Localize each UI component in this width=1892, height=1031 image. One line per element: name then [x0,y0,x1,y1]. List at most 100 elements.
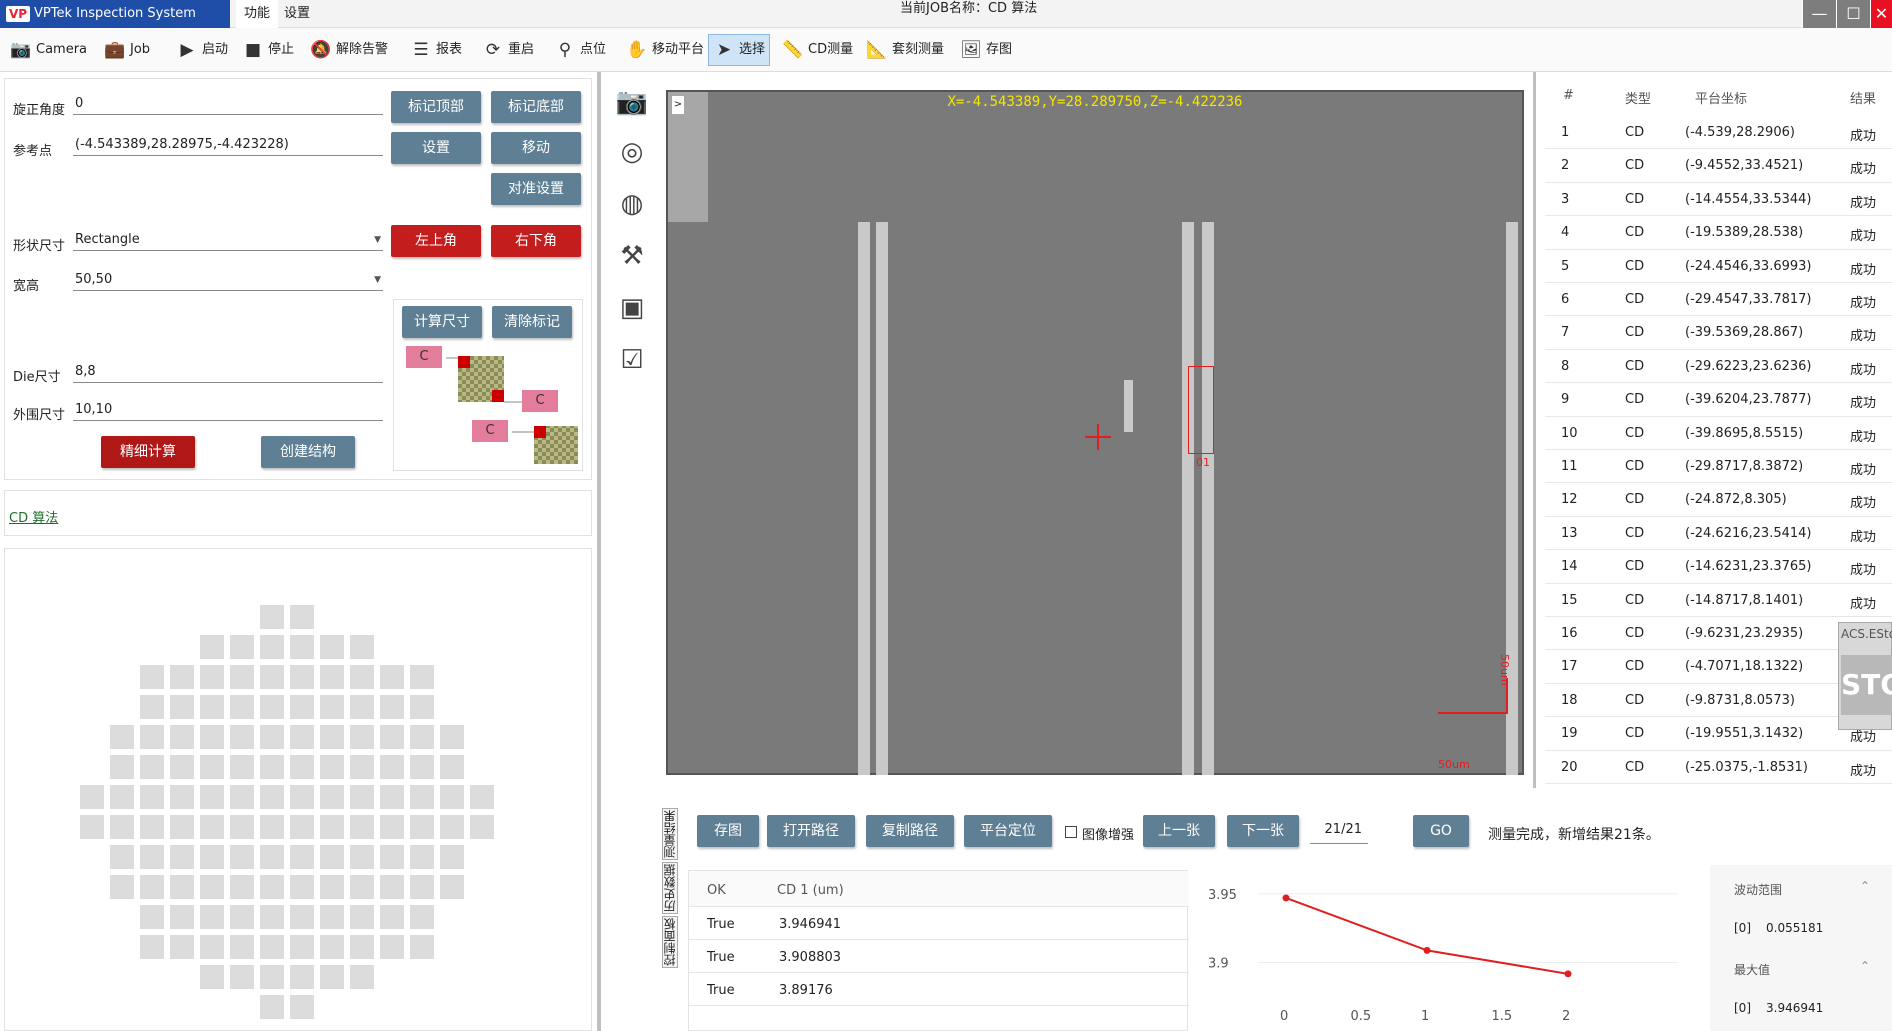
toolbar-button[interactable]: ☰ 报表 [406,34,466,66]
wafer-die[interactable] [110,785,134,809]
estop-sign[interactable]: STO [1841,655,1892,715]
wafer-die[interactable] [230,785,254,809]
clear-mark-button[interactable]: 清除标记 [492,306,572,338]
wafer-die[interactable] [290,725,314,749]
wafer-die[interactable] [440,785,464,809]
wafer-die[interactable] [320,875,344,899]
save-image-button[interactable]: 存图 [697,815,759,847]
wafer-die[interactable] [290,755,314,779]
wafer-die[interactable] [200,875,224,899]
wafer-die[interactable] [140,755,164,779]
mark-top-button[interactable]: 标记顶部 [391,91,481,123]
tab-control-panel[interactable]: 控制面板 [662,916,678,968]
toolbar-button[interactable]: 🔕 解除告警 [306,34,392,66]
table-row[interactable]: 4 CD (-19.5389,28.538) 成功 [1545,216,1892,250]
enhance-checkbox[interactable] [1065,826,1077,838]
table-row[interactable]: 7 CD (-39.5369,28.867) 成功 [1545,316,1892,350]
wafer-die[interactable] [290,845,314,869]
wafer-die[interactable] [290,935,314,959]
wafer-die[interactable] [260,665,284,689]
wafer-die[interactable] [290,605,314,629]
chevron-up-icon[interactable]: ⌃ [1860,959,1870,973]
table-row[interactable]: 14 CD (-14.6231,23.3765) 成功 [1545,550,1892,584]
wafer-die[interactable] [410,785,434,809]
wafer-die[interactable] [410,845,434,869]
ref-point-input[interactable]: (-4.543389,28.28975,-4.423228) [73,134,383,156]
wafer-die[interactable] [320,725,344,749]
wafer-die[interactable] [260,965,284,989]
wafer-die[interactable] [230,725,254,749]
top-left-button[interactable]: 左上角 [391,225,481,257]
wafer-die[interactable] [380,665,404,689]
wafer-die[interactable] [170,785,194,809]
wafer-die[interactable] [410,725,434,749]
wafer-die[interactable] [320,815,344,839]
wafer-die[interactable] [200,845,224,869]
align-settings-button[interactable]: 对准设置 [491,173,581,205]
wafer-die[interactable] [260,605,284,629]
menu-function[interactable]: 功能 [236,0,279,28]
table-row[interactable]: 5 CD (-24.4546,33.6993) 成功 [1545,250,1892,283]
wafer-die[interactable] [110,845,134,869]
table-row[interactable]: True 3.89176 [689,973,1189,1006]
toolbar-button[interactable]: ⟳ 重启 [478,34,538,66]
wafer-die[interactable] [320,965,344,989]
table-row[interactable]: 8 CD (-29.6223,23.6236) 成功 [1545,350,1892,384]
table-row[interactable]: True 3.946941 [689,907,1189,940]
wafer-die[interactable] [350,815,374,839]
grid-sphere-icon[interactable]: ◍ [610,182,654,226]
wafer-die[interactable] [410,905,434,929]
wafer-die[interactable] [410,695,434,719]
wafer-die[interactable] [290,995,314,1019]
wafer-die[interactable] [200,695,224,719]
next-image-button[interactable]: 下一张 [1227,815,1299,847]
tab-measure-results[interactable]: 测量结果 [662,808,678,860]
rotation-input[interactable]: 0 [73,93,383,115]
wafer-die[interactable] [470,815,494,839]
wafer-die[interactable] [350,635,374,659]
wafer-die[interactable] [380,785,404,809]
wafer-die[interactable] [230,875,254,899]
wafer-die[interactable] [110,725,134,749]
wafer-die[interactable] [140,845,164,869]
image-viewer[interactable]: > X=-4.543389,Y=28.289750,Z=-4.422236 01… [666,90,1524,775]
wafer-die[interactable] [170,875,194,899]
wafer-die[interactable] [170,665,194,689]
toolbar-button[interactable]: ■ 停止 [238,34,298,66]
panel-splitter[interactable] [1533,72,1536,788]
calc-size-button[interactable]: 计算尺寸 [402,306,482,338]
wafer-die[interactable] [320,695,344,719]
page-input[interactable]: 21/21 [1310,822,1368,844]
table-row[interactable]: 9 CD (-39.6204,23.7877) 成功 [1545,383,1892,417]
wafer-die[interactable] [230,815,254,839]
wafer-die[interactable] [200,755,224,779]
wafer-die[interactable] [110,755,134,779]
wafer-die[interactable] [350,665,374,689]
wafer-die[interactable] [350,875,374,899]
table-row[interactable]: 2 CD (-9.4552,33.4521) 成功 [1545,149,1892,183]
wafer-die[interactable] [440,725,464,749]
wafer-die[interactable] [170,905,194,929]
table-row[interactable]: 3 CD (-14.4554,33.5344) 成功 [1545,183,1892,217]
c-marker-2[interactable]: C [522,390,558,412]
shape-select[interactable]: Rectangle ▼ [73,229,383,251]
wafer-die[interactable] [140,935,164,959]
wafer-die[interactable] [170,725,194,749]
wafer-die[interactable] [290,875,314,899]
wafer-die[interactable] [380,875,404,899]
wafer-die[interactable] [260,635,284,659]
wafer-die[interactable] [320,905,344,929]
wafer-die[interactable] [170,935,194,959]
wafer-die[interactable] [440,815,464,839]
wafer-die[interactable] [350,725,374,749]
mark-bottom-button[interactable]: 标记底部 [491,91,581,123]
outer-size-input[interactable]: 10,10 [73,399,383,421]
wafer-die[interactable] [140,785,164,809]
open-path-button[interactable]: 打开路径 [767,815,855,847]
wafer-die[interactable] [290,965,314,989]
wafer-die[interactable] [140,695,164,719]
wafer-die[interactable] [260,905,284,929]
wafer-die[interactable] [140,815,164,839]
table-row[interactable]: 11 CD (-29.8717,8.3872) 成功 [1545,450,1892,484]
move-button[interactable]: 移动 [491,132,581,164]
